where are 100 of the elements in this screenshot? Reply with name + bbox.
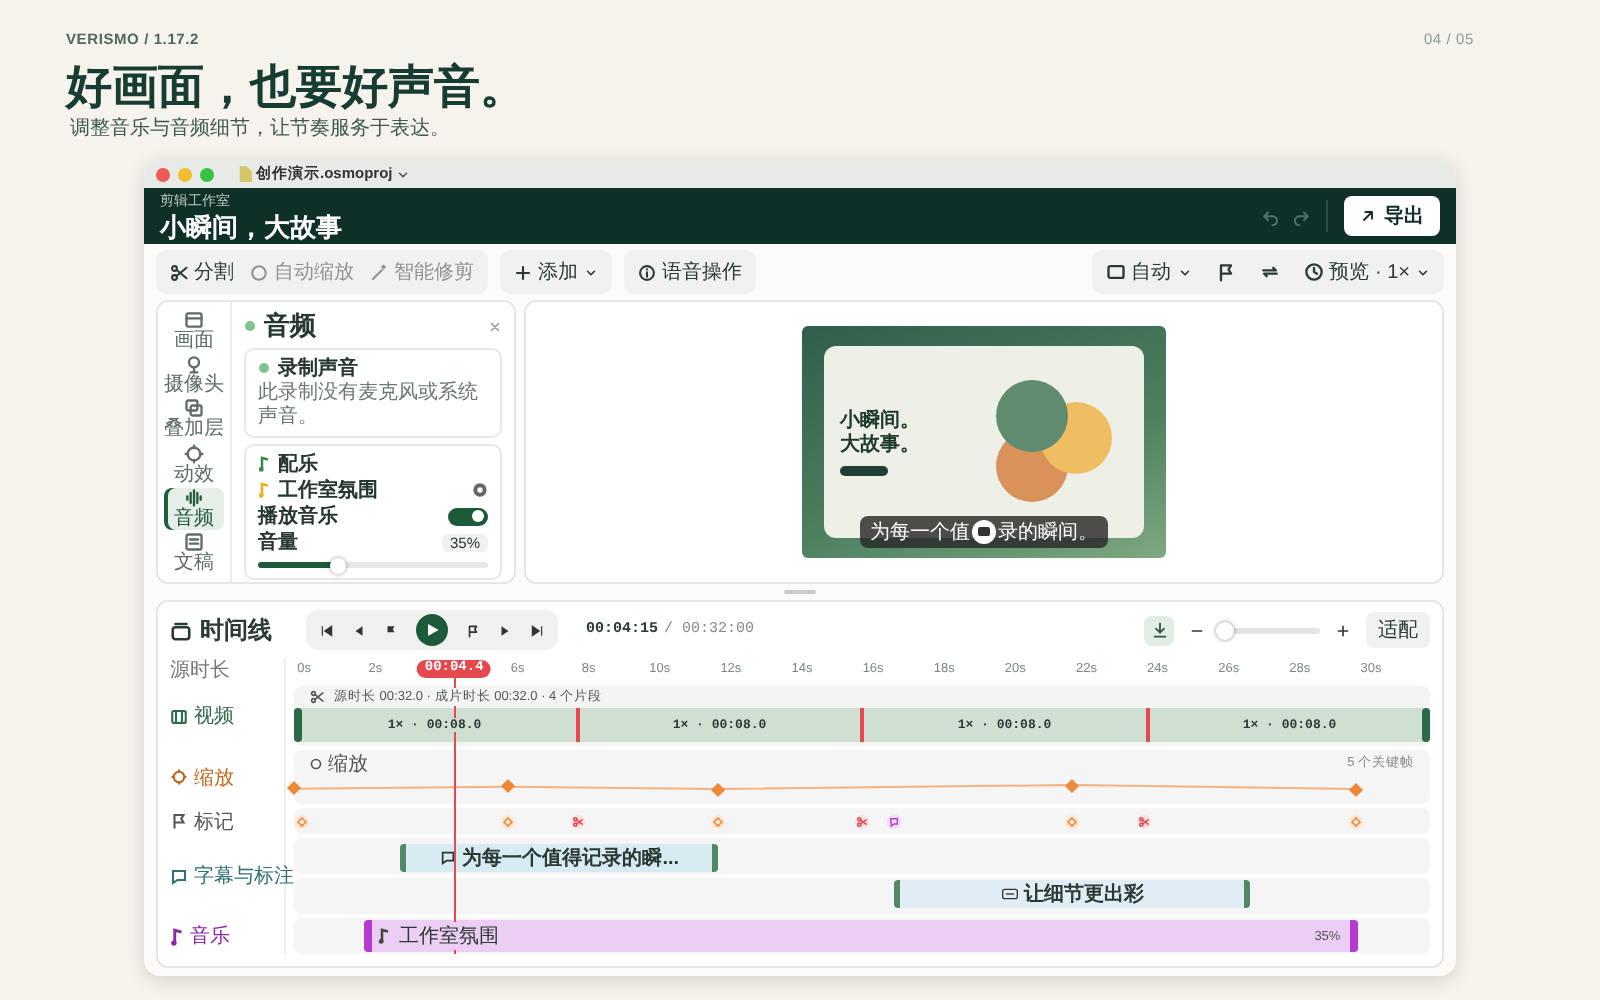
sidebar-item[interactable]: 音频 [164,487,224,530]
keyframe-marker[interactable] [1347,781,1363,797]
step-forward-icon [498,623,512,637]
track-name: 工作室氛围 [278,476,378,504]
bookmark-button[interactable] [466,623,480,637]
plus-icon [1336,623,1350,637]
skip-forward-button[interactable] [530,623,544,637]
monitor-icon [1105,262,1126,282]
track-header: 缩放 [328,751,368,777]
keyframe-marker-icon [293,813,310,829]
keyframe-marker[interactable] [286,781,302,796]
slide-title: 大故事。 [840,433,922,457]
comment-icon [440,850,457,866]
tool-button[interactable]: 分割 [170,258,234,286]
caption-clip[interactable]: 让细节更出彩 [894,880,1251,908]
toggle-label: 播放音乐 [258,502,340,530]
flag-button[interactable] [1215,262,1236,282]
clip-handle[interactable] [1422,708,1430,742]
step-back-button[interactable] [352,623,366,637]
gear-icon [472,482,488,498]
label-icon [1001,888,1018,900]
track-label: 源时长 [170,657,230,684]
project-title: 小瞬间，大故事 [160,211,344,241]
keyframe-marker-icon [710,813,727,829]
zoom-slider-thumb[interactable] [1216,621,1234,639]
flag-icon [384,623,398,637]
caret-icon [584,265,598,279]
download-button[interactable] [1144,615,1174,645]
file-icon [238,166,252,182]
music-toggle[interactable] [448,507,488,525]
dot-icon [244,320,256,332]
circle-icon [310,757,322,769]
scissors-icon [1135,813,1152,829]
step-forward-button[interactable] [498,623,512,637]
canvas-icon [184,310,204,331]
caret-icon [396,167,411,181]
keyframe-marker[interactable] [711,781,726,797]
skip-back-button[interactable] [320,623,334,637]
slider-thumb[interactable] [330,557,347,573]
undo-icon [1262,207,1280,225]
sidebar-item[interactable]: 摄像头 [164,354,224,397]
flag-icon [170,812,188,830]
caption-text: 为每一个值 [870,519,970,546]
volume-slider[interactable] [258,562,488,568]
slide-title: 小瞬间。 [840,409,922,433]
panel-title: 音频 [264,308,318,344]
record-title: 录制声音 [278,354,358,381]
close-icon [488,319,502,333]
caret-icon [1177,265,1192,279]
sidebar-item[interactable]: 文稿 [164,531,224,575]
sidebar-item[interactable]: 画面 [164,310,224,353]
motion-icon [184,443,204,464]
record-note: 此录制没有麦克风或系统声音。 [258,382,480,430]
crosshair-icon [170,768,188,786]
timeline-icon [170,619,192,641]
music-note-icon [377,928,390,944]
comment-icon [170,867,188,885]
caption-clip[interactable]: 为每一个值得记录的瞬... [400,844,719,872]
info-icon [638,263,656,281]
clip-handle[interactable] [294,708,302,742]
clock-icon [1303,262,1324,282]
bookmark-icon [466,623,480,637]
play-icon [424,622,440,638]
tool-button: 自动缩放 [250,258,354,286]
scissors-icon [310,690,324,704]
overlay-icon [184,398,204,419]
layout-button[interactable]: 自动 [1105,258,1192,286]
preview-button[interactable]: 预览 · 1× [1303,258,1430,286]
arrow-icon [1360,208,1376,224]
wand-icon [370,263,388,281]
sidebar-item[interactable]: 动效 [164,443,224,486]
track-label: 视频 [194,703,234,730]
loop-icon [1259,262,1280,282]
script-icon [184,531,204,552]
plus-icon [514,263,532,281]
scissors-icon [570,813,586,829]
close-button[interactable] [488,319,502,333]
playhead-line[interactable] [454,674,457,954]
export-button[interactable]: 导出 [1344,196,1440,236]
sidebar-item[interactable]: 叠加层 [164,398,224,442]
caret-icon [1416,265,1430,279]
music-note-icon [258,482,270,498]
track-label: 缩放 [194,765,234,791]
play-button[interactable] [416,614,448,646]
section-heading: 配乐 [278,451,318,478]
audio-icon [184,487,204,508]
step-back-icon [352,623,366,637]
keyframe-marker-icon [499,813,516,829]
track-label: 字幕与标注 [194,863,294,890]
resize-handle[interactable] [784,590,816,594]
loop-button[interactable] [1259,262,1280,282]
close-button[interactable] [156,167,170,181]
track-label: 标记 [194,809,234,835]
volume-label: 音量 [258,528,298,556]
fit-button[interactable]: 适配 [1366,612,1430,648]
flag-button[interactable] [384,623,398,637]
zoom-in-button[interactable] [1336,623,1350,637]
page-title: 好画面，也要好声音。 [66,60,526,116]
keyframe-marker[interactable] [500,779,515,794]
keyframe-marker[interactable] [1065,777,1080,793]
